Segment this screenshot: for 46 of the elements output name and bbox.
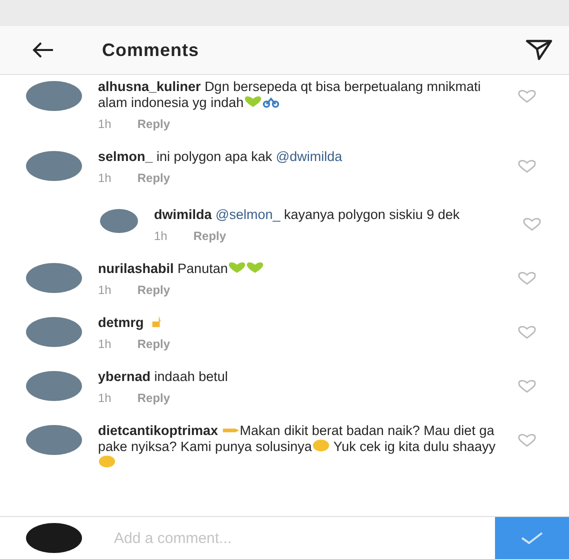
comment-time: 1h — [98, 117, 112, 131]
cyclist-emoji-icon — [262, 95, 280, 108]
username-link[interactable]: dietcantikoptrimax — [98, 423, 218, 438]
username-link[interactable]: ybernad — [98, 369, 151, 384]
comment-time: 1h — [98, 171, 112, 185]
comment-input-field[interactable]: Add a comment... — [112, 528, 495, 548]
back-arrow-icon[interactable] — [32, 42, 54, 58]
avatar-photo-placeholder — [26, 81, 82, 111]
check-icon — [520, 531, 544, 545]
username-link[interactable]: dwimilda — [154, 207, 212, 222]
comment-time: 1h — [98, 283, 112, 297]
username-link[interactable]: nurilashabil — [98, 261, 174, 276]
comment-time: 1h — [154, 229, 168, 243]
avatar-photo-placeholder — [26, 371, 82, 401]
heart-icon[interactable] — [523, 217, 541, 232]
username-link[interactable]: alhusna_kuliner — [98, 79, 201, 94]
username-link[interactable]: selmon_ — [98, 149, 153, 164]
comment-text: ybernad indaah betul — [98, 369, 229, 385]
heart-icon[interactable] — [518, 433, 536, 448]
page-title: Comments — [102, 40, 200, 60]
avatar-photo-placeholder — [26, 263, 82, 293]
comment-time: 1h — [98, 391, 112, 405]
heart-icon[interactable] — [518, 271, 536, 286]
mention-link[interactable]: @dwimilda — [276, 149, 342, 164]
send-icon[interactable] — [525, 39, 553, 61]
heart-emoji-icon — [244, 95, 262, 108]
heart-icon[interactable] — [518, 89, 536, 104]
heart-icon[interactable] — [518, 325, 536, 340]
avatar-photo-placeholder — [26, 425, 82, 455]
username-link[interactable]: detmrg — [98, 315, 144, 330]
comment-text: dietcantikoptrimax Makan dikit berat badan naik? Mau diet ga pake nyiksa? Kami punya solusinya Yuk cek ig kita dulu shaayy — [98, 423, 498, 471]
heart-emoji-icon — [228, 261, 246, 274]
heart-emoji-icon — [246, 261, 264, 274]
mention-link[interactable]: @selmon_ — [216, 207, 280, 222]
avatar-photo-placeholder — [26, 151, 82, 181]
comment-text: nurilashabil Panutan — [98, 261, 498, 277]
avatar-photo-placeholder — [26, 317, 82, 347]
avatar-photo-placeholder — [100, 209, 138, 233]
comment-text: alhusna_kuliner Dgn bersepeda qt bisa berpetualang mnikmati alam indonesia yg indah — [98, 79, 482, 111]
comment-text: selmon_ ini polygon apa kak @dwimilda — [98, 149, 344, 165]
comment-text: dwimilda @selmon_ kayanya polygon siskiu 9 dek — [154, 207, 461, 223]
comment-time: 1h — [98, 337, 112, 351]
post-button[interactable] — [495, 517, 569, 559]
heart-icon[interactable] — [518, 159, 536, 174]
heart-icon[interactable] — [518, 379, 536, 394]
avatar-photo-placeholder — [26, 523, 82, 553]
